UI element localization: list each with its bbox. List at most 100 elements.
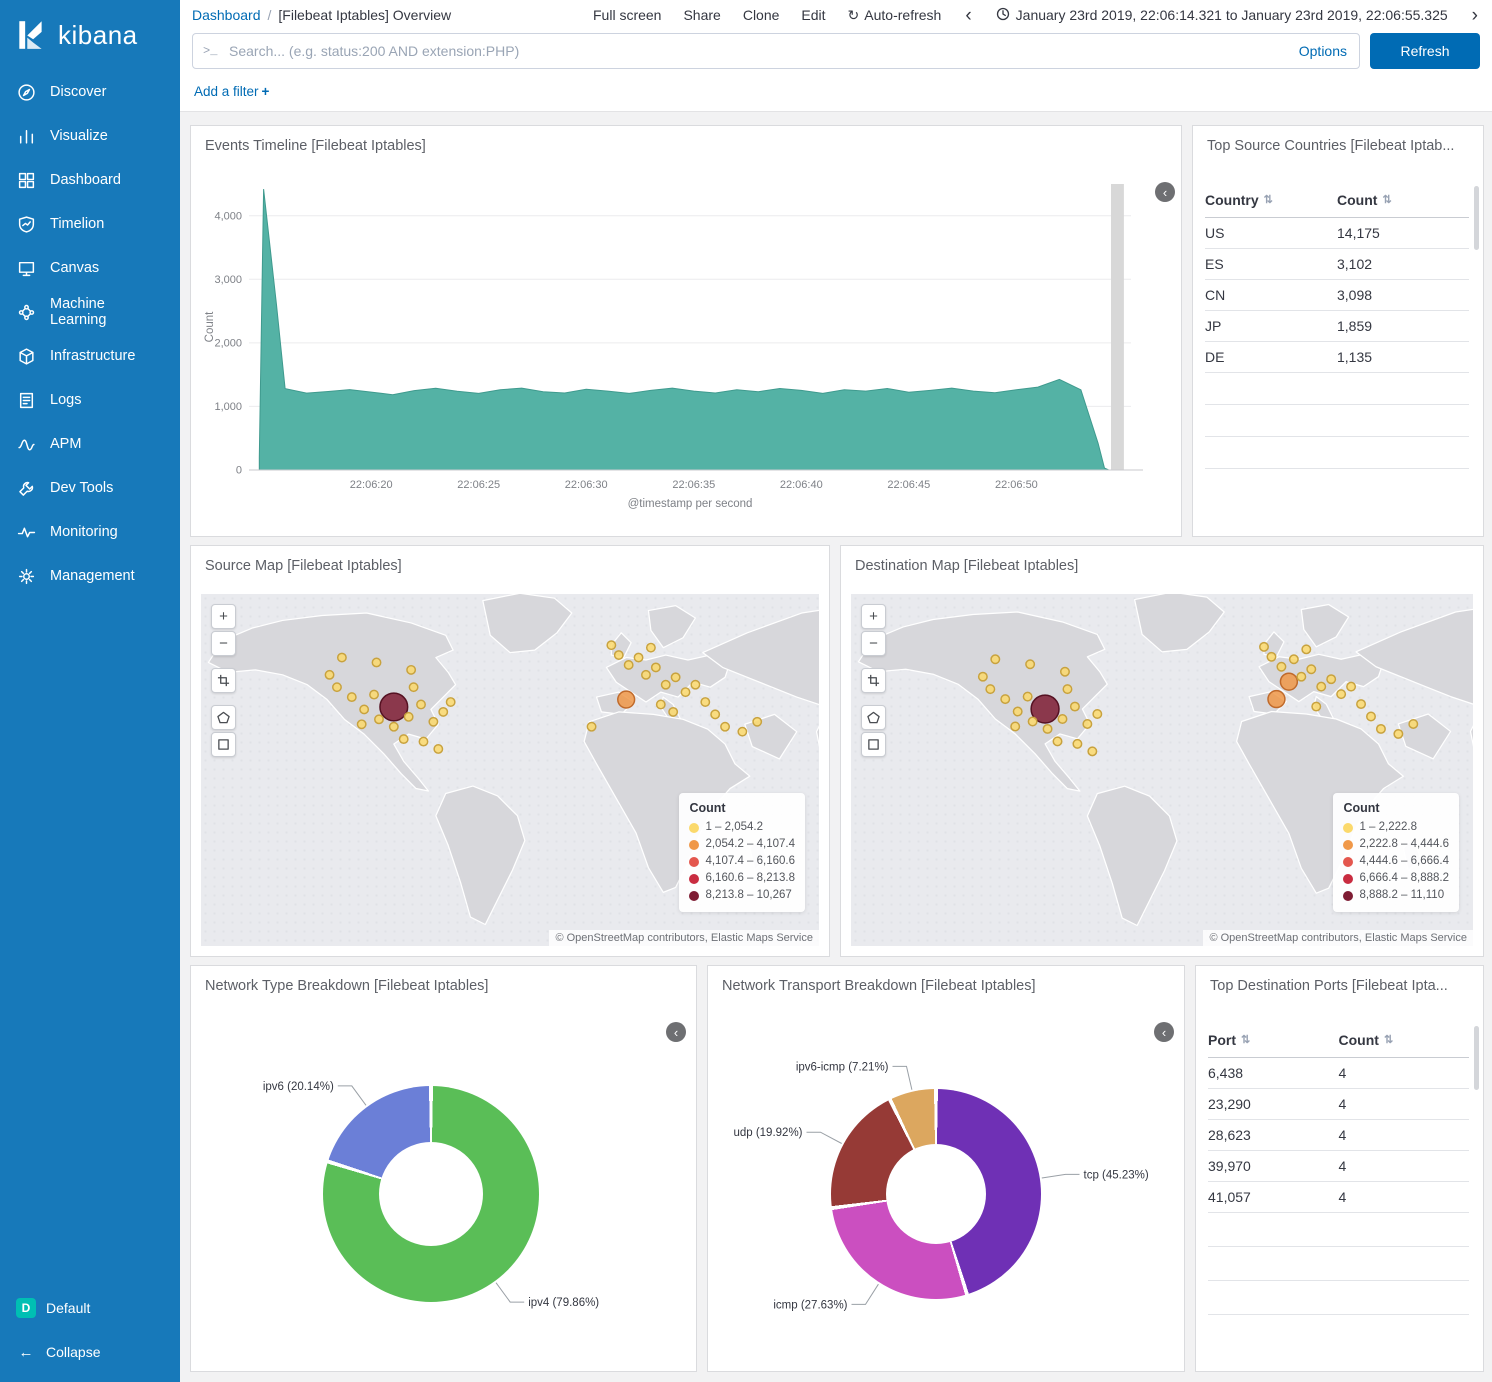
panel-top-source-countries: Top Source Countries [Filebeat Iptab... … [1192, 125, 1484, 537]
query-prompt-icon: >_ [203, 44, 217, 58]
panel-events-timeline: Events Timeline [Filebeat Iptables] ‹ 01… [190, 125, 1182, 537]
breadcrumb: Dashboard / [Filebeat Iptables] Overview [192, 7, 451, 23]
bar-chart-icon [16, 126, 36, 146]
svg-text:udp (19.92%): udp (19.92%) [733, 1127, 802, 1139]
top-navbar: Dashboard / [Filebeat Iptables] Overview… [180, 0, 1492, 30]
legend-toggle-icon[interactable]: ‹ [666, 1022, 686, 1042]
donut-hole [886, 1144, 986, 1244]
zoom-in-button[interactable]: + [211, 604, 236, 629]
wrench-icon [16, 478, 36, 498]
sidebar-item-timelion[interactable]: Timelion [0, 202, 180, 246]
draw-polygon-button[interactable] [211, 705, 236, 730]
panel-top-destination-ports: Top Destination Ports [Filebeat Ipta... … [1195, 965, 1484, 1372]
table-cell: 1,859 [1337, 318, 1469, 334]
table-cell: JP [1205, 318, 1337, 334]
clone-button[interactable]: Clone [743, 7, 780, 23]
draw-rectangle-button[interactable] [861, 732, 886, 757]
scrollbar[interactable] [1474, 186, 1479, 250]
edit-button[interactable]: Edit [801, 7, 825, 23]
auto-refresh-button[interactable]: ↻ Auto-refresh [848, 7, 942, 24]
easel-icon [16, 258, 36, 278]
time-forward-button[interactable]: › [1470, 6, 1480, 25]
sidebar-item-monitoring[interactable]: Monitoring [0, 510, 180, 554]
zoom-in-button[interactable]: + [861, 604, 886, 629]
sort-icon: ⇅ [1241, 1033, 1250, 1046]
draw-polygon-button[interactable] [861, 705, 886, 730]
table-cell: 28,623 [1208, 1127, 1339, 1143]
zoom-out-button[interactable]: − [211, 631, 236, 656]
legend-toggle-icon[interactable]: ‹ [1154, 1022, 1174, 1042]
source-map-canvas[interactable]: + − Count 1 – 2,054.22,054.2 – 4,107.44,… [201, 594, 819, 946]
space-switcher[interactable]: D Default [0, 1286, 180, 1330]
map-attribution: © OpenStreetMap contributors, Elastic Ma… [1203, 930, 1473, 946]
svg-text:4,000: 4,000 [214, 210, 242, 222]
table-row-empty [1208, 1281, 1469, 1315]
document-icon [16, 390, 36, 410]
heartbeat-icon [16, 522, 36, 542]
zoom-out-button[interactable]: − [861, 631, 886, 656]
wave-icon [16, 434, 36, 454]
network-transport-donut-chart[interactable]: tcp (45.23%)icmp (27.63%)udp (19.92%)ipv… [708, 966, 1184, 1371]
table-cell: 4 [1339, 1127, 1470, 1143]
draw-rectangle-button[interactable] [211, 732, 236, 757]
column-header-country[interactable]: Country⇅ [1205, 192, 1337, 208]
crop-icon [217, 674, 230, 687]
map-legend: Count 1 – 2,054.22,054.2 – 4,107.44,107.… [679, 793, 805, 912]
column-header-count[interactable]: Count⇅ [1339, 1032, 1470, 1048]
time-range-picker[interactable]: January 23rd 2019, 22:06:14.321 to Janua… [996, 7, 1448, 24]
sidebar-item-infrastructure[interactable]: Infrastructure [0, 334, 180, 378]
time-back-button[interactable]: ‹ [963, 6, 973, 25]
kibana-logo[interactable]: kibana [0, 0, 180, 70]
column-header-port[interactable]: Port⇅ [1208, 1032, 1339, 1048]
full-screen-button[interactable]: Full screen [593, 7, 661, 23]
sort-icon: ⇅ [1384, 1033, 1393, 1046]
legend-color-dot [689, 823, 699, 833]
breadcrumb-dashboard-link[interactable]: Dashboard [192, 7, 261, 23]
search-input[interactable] [193, 34, 1359, 68]
network-type-donut-chart[interactable]: ipv4 (79.86%)ipv6 (20.14%) [191, 966, 696, 1371]
share-button[interactable]: Share [683, 7, 720, 23]
table-cell: CN [1205, 287, 1337, 303]
legend-toggle-icon[interactable]: ‹ [1155, 182, 1175, 202]
destination-map-canvas[interactable]: + − Count 1 – 2,222.82,222.8 – 4,444.64,… [851, 594, 1473, 946]
fit-bounds-button[interactable] [861, 668, 886, 693]
sidebar-item-dev-tools[interactable]: Dev Tools [0, 466, 180, 510]
table-cell: 39,970 [1208, 1158, 1339, 1174]
sidebar-item-discover[interactable]: Discover [0, 70, 180, 114]
panel-title: Top Source Countries [Filebeat Iptab... [1193, 126, 1483, 154]
sidebar-item-canvas[interactable]: Canvas [0, 246, 180, 290]
time-range-text: January 23rd 2019, 22:06:14.321 to Janua… [1016, 7, 1448, 23]
scrollbar[interactable] [1474, 1026, 1479, 1090]
sidebar-item-machine-learning[interactable]: Machine Learning [0, 290, 180, 334]
svg-text:22:06:25: 22:06:25 [457, 479, 500, 491]
destination-ports-table: Port⇅ Count⇅ 6,438423,290428,623439,9704… [1208, 1022, 1469, 1315]
sidebar-item-logs[interactable]: Logs [0, 378, 180, 422]
refresh-cycle-icon: ↻ [848, 7, 860, 24]
column-header-count[interactable]: Count⇅ [1337, 192, 1469, 208]
fit-bounds-button[interactable] [211, 668, 236, 693]
discover-icon [16, 82, 36, 102]
legend-color-dot [689, 857, 699, 867]
map-legend-item: 1 – 2,054.2 [689, 819, 795, 836]
refresh-button[interactable]: Refresh [1370, 33, 1480, 69]
legend-items: 1 – 2,222.82,222.8 – 4,444.64,444.6 – 6,… [1343, 819, 1449, 904]
add-filter-button[interactable]: Add a filter+ [194, 84, 269, 99]
sort-icon: ⇅ [1382, 193, 1391, 206]
svg-text:3,000: 3,000 [214, 274, 242, 286]
legend-color-dot [1343, 891, 1353, 901]
sidebar-item-visualize[interactable]: Visualize [0, 114, 180, 158]
sidebar-item-dashboard[interactable]: Dashboard [0, 158, 180, 202]
map-legend-item: 2,054.2 – 4,107.4 [689, 836, 795, 853]
crop-icon [867, 674, 880, 687]
options-link[interactable]: Options [1299, 43, 1347, 59]
collapse-sidebar-button[interactable]: ← Collapse [0, 1330, 180, 1374]
table-row-empty [1208, 1213, 1469, 1247]
square-icon [217, 738, 230, 751]
sidebar-item-label: APM [50, 436, 81, 452]
sidebar-item-management[interactable]: Management [0, 554, 180, 598]
table-cell: 6,438 [1208, 1065, 1339, 1081]
sidebar-item-apm[interactable]: APM [0, 422, 180, 466]
svg-text:22:06:50: 22:06:50 [995, 479, 1038, 491]
collapse-label: Collapse [46, 1344, 100, 1360]
dashboard-grid-icon [16, 170, 36, 190]
